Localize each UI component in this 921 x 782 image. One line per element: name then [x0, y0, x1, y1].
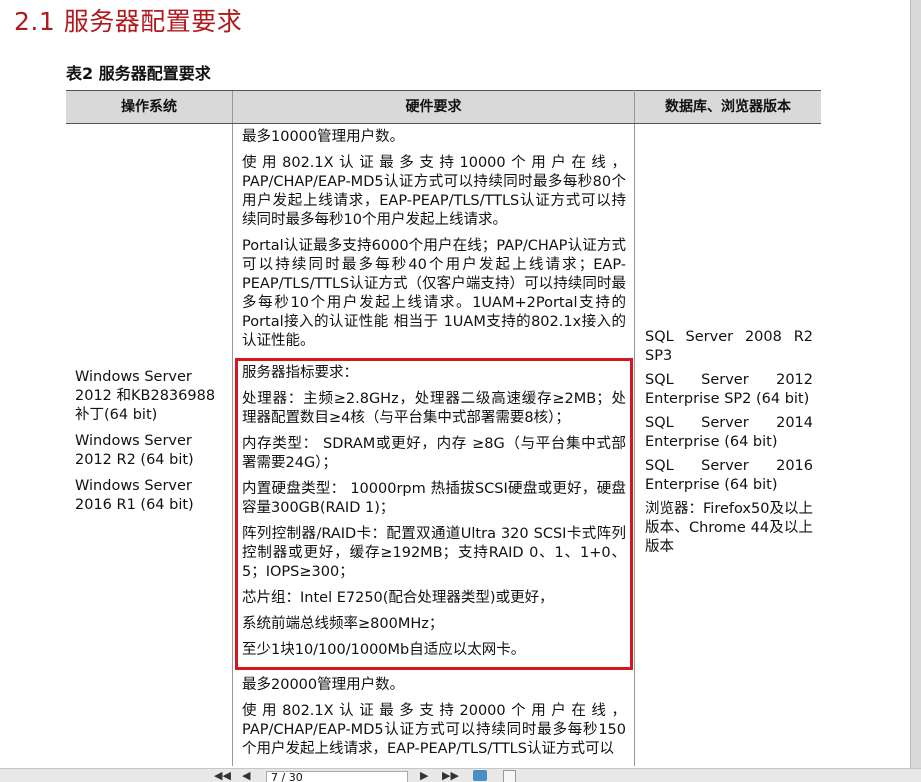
os-item: Windows Server 2012 和KB2836988补丁(64 bit) [75, 369, 216, 423]
header-db: 数据库、浏览器版本 [634, 90, 821, 124]
last-page-icon[interactable]: ▶▶ [442, 770, 459, 782]
header-os: 操作系统 [66, 90, 233, 124]
hw-users-2: 最多20000管理用户数。 [242, 677, 405, 693]
vertical-scrollbar[interactable] [910, 0, 921, 768]
hardware-cell: 最多10000管理用户数。 使用802.1X认证最多支持10000个用户在线，P… [232, 123, 635, 766]
header-hardware: 硬件要求 [232, 90, 635, 124]
hw-users: 最多10000管理用户数。 [242, 129, 405, 145]
next-page-icon[interactable]: ▶ [420, 770, 428, 782]
section-title: 2.1 服务器配置要求 [14, 7, 243, 36]
db-item: SQL Server 2014 Enterprise (64 bit) [645, 415, 813, 450]
spec-cpu: 处理器：主频≥2.8GHz，处理器二级高速缓存≥2MB；处理器配置数目≥4核（与… [242, 391, 626, 426]
spec-fsb: 系统前端总线频率≥800MHz； [242, 616, 444, 632]
spec-disk: 内置硬盘类型： 10000rpm 热插拔SCSI硬盘或更好，硬盘容量300GB(… [242, 481, 626, 516]
first-page-icon[interactable]: ◀◀ [214, 770, 231, 782]
highlight-box: 服务器指标要求： 处理器：主频≥2.8GHz，处理器二级高速缓存≥2MB；处理器… [235, 358, 633, 670]
page-navigation-toolbar: ◀◀ ◀ 7 / 30 ▶ ▶▶ [0, 768, 921, 782]
db-item: 浏览器：Firefox50及以上版本、Chrome 44及以上版本 [645, 501, 813, 555]
hw-8021x-2: 使用802.1X认证最多支持20000个用户在线，PAP/CHAP/EAP-MD… [242, 703, 626, 757]
spec-chipset: 芯片组：Intel E7250(配合处理器类型)或更好， [242, 590, 554, 606]
hw-8021x: 使用802.1X认证最多支持10000个用户在线，PAP/CHAP/EAP-MD… [242, 155, 626, 228]
db-cell: SQL Server 2008 R2 SP3 SQL Server 2012 E… [635, 124, 822, 767]
prev-page-icon[interactable]: ◀ [242, 770, 250, 782]
os-cell: Windows Server 2012 和KB2836988补丁(64 bit)… [66, 124, 233, 767]
os-item: Windows Server 2012 R2 (64 bit) [75, 433, 194, 468]
db-item: SQL Server 2008 R2 SP3 [645, 329, 813, 364]
os-item: Windows Server 2016 R1 (64 bit) [75, 478, 194, 513]
table-caption: 表2 服务器配置要求 [66, 64, 211, 83]
db-item: SQL Server 2016 Enterprise (64 bit) [645, 458, 813, 493]
spec-nic: 至少1块10/100/1000Mb自适应以太网卡。 [242, 642, 526, 658]
spec-memory: 内存类型： SDRAM或更好，内存 ≥8G（与平台集中式部署需要24G）； [242, 436, 626, 471]
export-icon[interactable] [473, 770, 487, 781]
table-row: Windows Server 2012 和KB2836988补丁(64 bit)… [66, 123, 822, 767]
spec-raid: 阵列控制器/RAID卡：配置双通道Ultra 320 SCSI卡式阵列控制器或更… [242, 526, 626, 580]
table-header-row: 操作系统 硬件要求 数据库、浏览器版本 [66, 90, 821, 124]
db-item: SQL Server 2012 Enterprise SP2 (64 bit) [645, 372, 813, 407]
hw-portal: Portal认证最多支持6000个用户在线；PAP/CHAP认证方式可以持续同时… [242, 238, 626, 349]
page-number-input[interactable]: 7 / 30 [266, 771, 408, 782]
config-table: 操作系统 硬件要求 数据库、浏览器版本 Windows Server 2012 … [66, 90, 821, 766]
fit-page-icon[interactable] [503, 770, 516, 782]
document-page: 2.1 服务器配置要求 表2 服务器配置要求 操作系统 硬件要求 数据库、浏览器… [0, 0, 910, 768]
spec-title: 服务器指标要求： [242, 365, 358, 381]
